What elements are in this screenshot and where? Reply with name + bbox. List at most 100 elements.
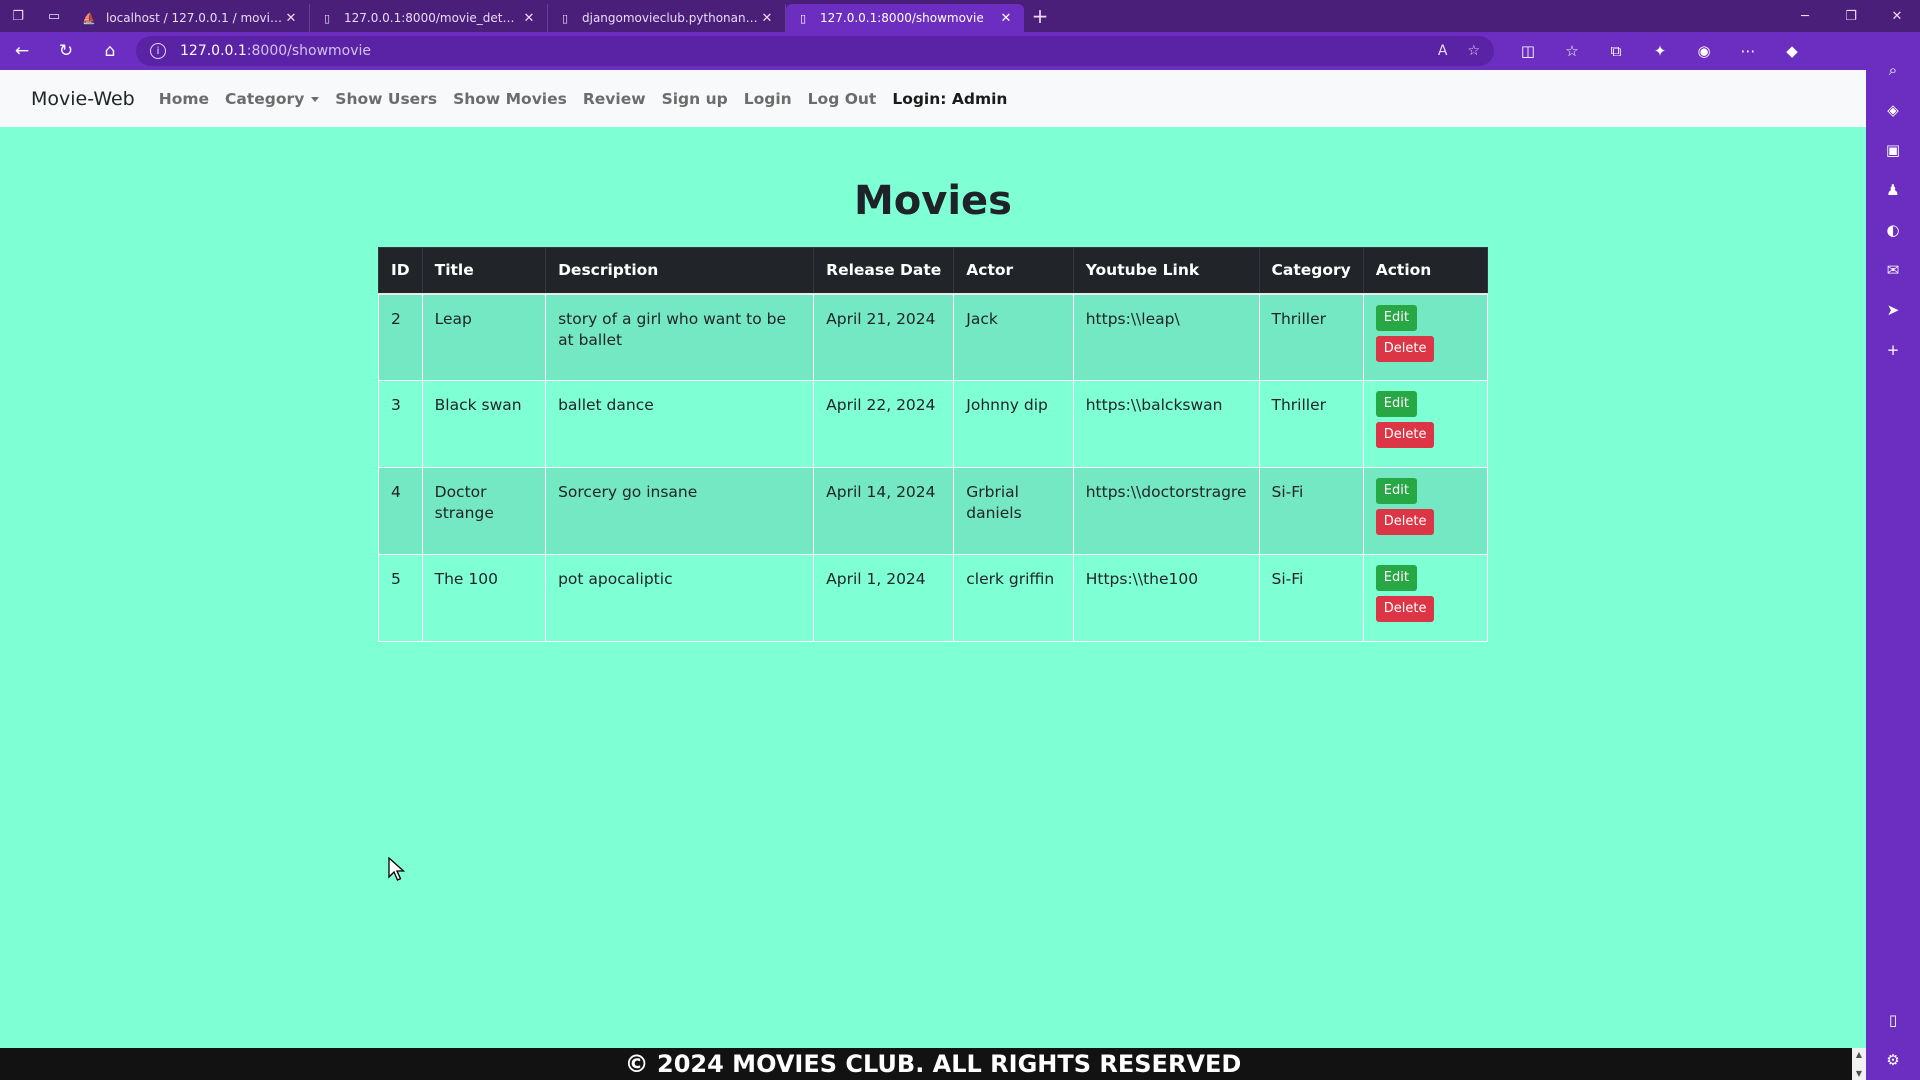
cell-actor: Grbrial daniels — [953, 467, 1074, 555]
browser-tab-active[interactable]: ▯ 127.0.0.1:8000/showmovie ✕ — [786, 4, 1024, 32]
home-icon[interactable]: ⌂ — [88, 32, 132, 70]
scroll-up-icon[interactable]: ▲ — [1856, 1050, 1862, 1059]
column-header: Youtube Link — [1072, 247, 1260, 295]
send-icon[interactable]: ➤ — [1866, 290, 1920, 330]
restore-icon[interactable]: ❐ — [1828, 0, 1874, 32]
edit-button[interactable]: Edit — [1375, 304, 1417, 331]
nav-login[interactable]: Login — [744, 90, 792, 108]
extensions-icon[interactable]: ✦ — [1638, 32, 1682, 70]
column-header: ID — [378, 247, 423, 295]
delete-button[interactable]: Delete — [1375, 596, 1435, 622]
cell-actor: Jack — [953, 293, 1074, 381]
cell-id: 2 — [378, 293, 423, 381]
table-row: 4 Doctor strange Sorcery go insane April… — [378, 467, 1489, 555]
address-bar[interactable]: i 127.0.0.1:8000/showmovie A ☆ — [136, 36, 1494, 66]
outlook-icon[interactable]: ✉ — [1866, 250, 1920, 290]
edit-button[interactable]: Edit — [1375, 391, 1417, 417]
games-icon[interactable]: ♟ — [1866, 170, 1920, 210]
nav-review[interactable]: Review — [583, 90, 646, 108]
site-brand[interactable]: Movie-Web — [31, 88, 135, 110]
close-window-icon[interactable]: ✕ — [1874, 0, 1920, 32]
more-menu-icon[interactable]: ⋯ — [1726, 32, 1770, 70]
nav-category-dropdown[interactable]: Category — [225, 89, 320, 108]
cell-category: Si-Fi — [1258, 467, 1364, 555]
nav-show-movies[interactable]: Show Movies — [453, 90, 567, 108]
close-tab-icon[interactable]: ✕ — [283, 11, 299, 26]
browser-tab[interactable]: ▯ 127.0.0.1:8000/movie_details/ ✕ — [310, 4, 548, 32]
edge-sidebar: ⌕ ◈ ▣ ♟ ◐ ✉ ➤ + ▯ ⚙ — [1866, 32, 1920, 1080]
tab-title: 127.0.0.1:8000/movie_details/ — [344, 11, 521, 25]
cell-id: 5 — [378, 554, 423, 642]
new-tab-icon[interactable]: + — [1024, 0, 1056, 32]
nav-home[interactable]: Home — [159, 90, 209, 108]
tab-title: djangomovieclub.pythonanywhe — [582, 11, 759, 25]
tools-icon[interactable]: ▣ — [1866, 130, 1920, 170]
page-icon: ▯ — [561, 11, 569, 25]
shopping-tag-icon[interactable]: ◈ — [1866, 90, 1920, 130]
mouse-cursor-icon — [388, 857, 406, 881]
nav-sign-up[interactable]: Sign up — [662, 90, 728, 108]
window-controls: ─ ❐ ✕ — [1782, 0, 1920, 32]
back-icon[interactable]: ← — [0, 32, 44, 70]
workspaces-icon[interactable]: ❐ — [0, 0, 36, 32]
cell-action: Edit Delete — [1362, 293, 1489, 381]
cell-action: Edit Delete — [1362, 467, 1489, 555]
tab-actions-icon[interactable]: ▭ — [36, 0, 72, 32]
site-footer: © 2024 MOVIES CLUB. ALL RIGHTS RESERVED — [0, 1048, 1866, 1080]
close-tab-icon[interactable]: ✕ — [998, 11, 1014, 26]
browser-tab-bar: ❐ ▭ ⛵ localhost / 127.0.0.1 / movies_db … — [0, 0, 1920, 32]
cell-description: pot apocaliptic — [545, 554, 815, 642]
page-title: Movies — [853, 178, 1012, 224]
row-actions: Edit Delete — [1375, 478, 1475, 535]
table-row: 2 Leap story of a girl who want to be at… — [378, 293, 1489, 381]
search-icon[interactable]: ⌕ — [1866, 50, 1920, 90]
favorites-icon[interactable]: ☆ — [1550, 32, 1594, 70]
scrollbar[interactable]: ▲ ▼ — [1852, 1048, 1866, 1080]
delete-button[interactable]: Delete — [1375, 335, 1435, 362]
settings-gear-icon[interactable]: ⚙ — [1866, 1040, 1920, 1080]
close-tab-icon[interactable]: ✕ — [759, 11, 775, 26]
microsoft-365-icon[interactable]: ◐ — [1866, 210, 1920, 250]
browser-tools: ◫ ☆ ⧉ ✦ ◉ ⋯ ◆ — [1506, 32, 1814, 70]
sidebar-bottom: ▯ ⚙ — [1866, 1000, 1920, 1080]
url-path: :8000/showmovie — [246, 43, 372, 59]
page-icon: ▯ — [799, 11, 807, 25]
refresh-icon[interactable]: ↻ — [44, 32, 88, 70]
cell-title: The 100 — [421, 554, 547, 642]
table-row: 5 The 100 pot apocaliptic April 1, 2024 … — [378, 554, 1489, 642]
cell-id: 4 — [378, 467, 423, 555]
profile-icon[interactable]: ◉ — [1682, 32, 1726, 70]
hide-sidebar-icon[interactable]: ▯ — [1866, 1000, 1920, 1040]
cell-youtube-link: Https:\\the100 — [1072, 554, 1260, 642]
movies-table: ID Title Description Release Date Actor … — [378, 247, 1489, 642]
browser-tab[interactable]: ⛵ localhost / 127.0.0.1 / movies_db ✕ — [72, 4, 310, 32]
nav-log-out[interactable]: Log Out — [808, 90, 877, 108]
nav-show-users[interactable]: Show Users — [335, 90, 437, 108]
scroll-down-icon[interactable]: ▼ — [1856, 1069, 1862, 1078]
cell-release-date: April 1, 2024 — [813, 554, 955, 642]
browser-tab[interactable]: ▯ djangomovieclub.pythonanywhe ✕ — [548, 4, 786, 32]
minimize-icon[interactable]: ─ — [1782, 0, 1828, 32]
page-viewport: Movie-Web Home Category Show Users Show … — [0, 70, 1866, 1080]
delete-button[interactable]: Delete — [1375, 509, 1435, 535]
site-info-icon[interactable]: i — [150, 43, 166, 59]
favorite-star-icon[interactable]: ☆ — [1467, 43, 1480, 59]
close-tab-icon[interactable]: ✕ — [521, 11, 537, 26]
edit-button[interactable]: Edit — [1375, 478, 1417, 504]
collections-icon[interactable]: ⧉ — [1594, 32, 1638, 70]
copilot-icon[interactable]: ◆ — [1770, 32, 1814, 70]
nav-category-label: Category — [225, 89, 305, 108]
read-aloud-icon[interactable]: A — [1438, 43, 1448, 59]
table-header-row: ID Title Description Release Date Actor … — [378, 247, 1489, 295]
edit-button[interactable]: Edit — [1375, 565, 1417, 591]
cell-release-date: April 14, 2024 — [813, 467, 955, 555]
cell-action: Edit Delete — [1362, 380, 1489, 468]
column-header: Action — [1362, 247, 1489, 295]
add-icon[interactable]: + — [1866, 330, 1920, 370]
cell-actor: clerk griffin — [953, 554, 1074, 642]
row-actions: Edit Delete — [1375, 304, 1475, 362]
delete-button[interactable]: Delete — [1375, 422, 1435, 448]
address-actions: A ☆ — [1438, 43, 1480, 59]
cell-title: Doctor strange — [421, 467, 547, 555]
split-screen-icon[interactable]: ◫ — [1506, 32, 1550, 70]
